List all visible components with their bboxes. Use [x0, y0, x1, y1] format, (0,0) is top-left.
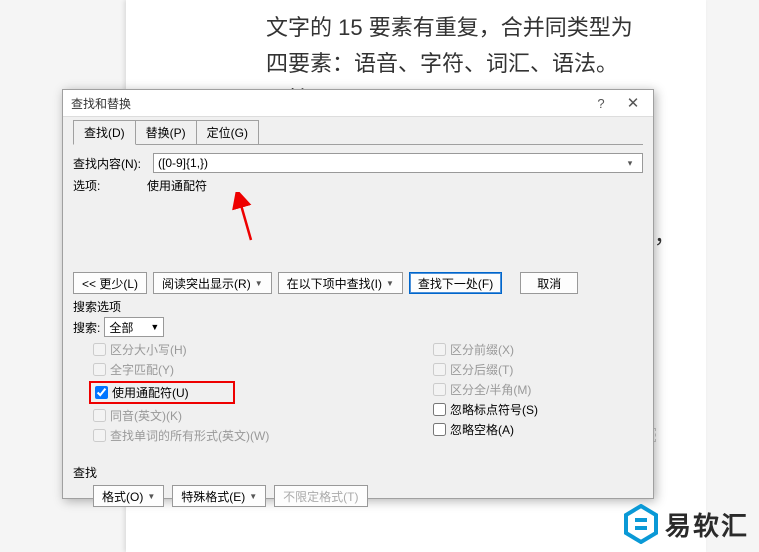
- dialog-title: 查找和替换: [71, 95, 585, 112]
- check-match-suffix: 区分后缀(T): [433, 361, 643, 378]
- check-whole-word: 全字匹配(Y): [93, 361, 433, 378]
- checkbox[interactable]: [433, 403, 446, 416]
- find-content-value: ([0-9]{1,}): [158, 156, 622, 170]
- chevron-down-icon: ▼: [249, 492, 257, 501]
- check-ignore-punct[interactable]: 忽略标点符号(S): [433, 401, 643, 418]
- checks-right-col: 区分前缀(X) 区分后缀(T) 区分全/半角(M) 忽略标点符号(S): [433, 341, 643, 444]
- search-options-label: 搜索选项: [73, 298, 643, 315]
- checkbox: [93, 429, 106, 442]
- reading-highlight-button[interactable]: 阅读突出显示(R)▼: [153, 272, 272, 294]
- find-content-row: 查找内容(N): ([0-9]{1,}) ▾: [73, 153, 643, 173]
- options-row: 选项: 使用通配符: [73, 177, 643, 194]
- find-content-input[interactable]: ([0-9]{1,}) ▾: [153, 153, 643, 173]
- checks-left-col: 区分大小写(H) 全字匹配(Y) 使用通配符(U) 同音(: [73, 341, 433, 444]
- checkbox: [433, 383, 446, 396]
- close-button[interactable]: ✕: [617, 90, 649, 116]
- find-next-button[interactable]: 查找下一处(F): [409, 272, 502, 294]
- checkbox[interactable]: [95, 386, 108, 399]
- cancel-button[interactable]: 取消: [520, 272, 578, 294]
- tab-replace[interactable]: 替换(P): [135, 120, 197, 144]
- tab-goto[interactable]: 定位(G): [196, 120, 259, 144]
- check-all-word-forms: 查找单词的所有形式(英文)(W): [93, 427, 433, 444]
- dialog-body: 查找(D) 替换(P) 定位(G) 查找内容(N): ([0-9]{1,}) ▾…: [63, 117, 653, 517]
- tab-find[interactable]: 查找(D): [73, 120, 136, 145]
- check-sounds-like: 同音(英文)(K): [93, 407, 433, 424]
- checkbox: [93, 363, 106, 376]
- options-label: 选项:: [73, 177, 147, 194]
- options-value: 使用通配符: [147, 177, 207, 194]
- checkbox[interactable]: [433, 423, 446, 436]
- doc-line: 四要素：语音、字符、词汇、语法。: [266, 46, 666, 82]
- check-use-wildcards[interactable]: 使用通配符(U): [91, 384, 189, 401]
- search-direction-value: 全部: [109, 319, 133, 336]
- chevron-down-icon[interactable]: ▾: [622, 158, 638, 169]
- checkbox: [433, 343, 446, 356]
- chevron-down-icon: ▼: [255, 279, 263, 288]
- checks-columns: 区分大小写(H) 全字匹配(Y) 使用通配符(U) 同音(: [73, 341, 643, 444]
- check-match-prefix: 区分前缀(X): [433, 341, 643, 358]
- annotation-highlight-box: 使用通配符(U): [89, 381, 235, 404]
- doc-line: 文字的 15 要素有重复，合并同类型为: [266, 10, 666, 46]
- format-button[interactable]: 格式(O)▼: [93, 485, 164, 507]
- check-full-half-width: 区分全/半角(M): [433, 381, 643, 398]
- search-options-group: 搜索选项 搜索: 全部 ▼ 区分大小写(H) 全字匹配: [73, 298, 643, 444]
- find-content-label: 查找内容(N):: [73, 155, 147, 172]
- search-direction-row: 搜索: 全部 ▼: [73, 317, 643, 337]
- find-replace-dialog: 查找和替换 ? ✕ 查找(D) 替换(P) 定位(G) 查找内容(N): ([0…: [62, 89, 654, 499]
- annotation-arrow-icon: [227, 192, 267, 242]
- logo-text: 易软汇: [665, 506, 749, 543]
- find-in-button[interactable]: 在以下项中查找(I)▼: [278, 272, 403, 294]
- chevron-down-icon: ▼: [147, 492, 155, 501]
- search-direction-label: 搜索:: [73, 319, 100, 336]
- checkbox: [93, 343, 106, 356]
- tab-row: 查找(D) 替换(P) 定位(G): [73, 121, 643, 145]
- no-format-button: 不限定格式(T): [274, 485, 367, 507]
- check-ignore-space[interactable]: 忽略空格(A): [433, 421, 643, 438]
- dialog-titlebar[interactable]: 查找和替换 ? ✕: [63, 90, 653, 117]
- find-format-label: 查找: [73, 464, 643, 481]
- find-format-row: 格式(O)▼ 特殊格式(E)▼ 不限定格式(T): [73, 485, 643, 507]
- find-format-section: 查找 格式(O)▼ 特殊格式(E)▼ 不限定格式(T): [73, 464, 643, 507]
- checkbox: [93, 409, 106, 422]
- chevron-down-icon: ▼: [386, 279, 394, 288]
- checkbox: [433, 363, 446, 376]
- logo-icon: [623, 504, 659, 544]
- action-button-row: << 更少(L) 阅读突出显示(R)▼ 在以下项中查找(I)▼ 查找下一处(F)…: [73, 272, 643, 294]
- help-button[interactable]: ?: [585, 90, 617, 116]
- special-format-button[interactable]: 特殊格式(E)▼: [172, 485, 266, 507]
- search-direction-combo[interactable]: 全部 ▼: [104, 317, 164, 337]
- watermark-logo: 易软汇: [623, 504, 749, 544]
- check-match-case: 区分大小写(H): [93, 341, 433, 358]
- chevron-down-icon: ▼: [150, 322, 159, 332]
- less-button[interactable]: << 更少(L): [73, 272, 147, 294]
